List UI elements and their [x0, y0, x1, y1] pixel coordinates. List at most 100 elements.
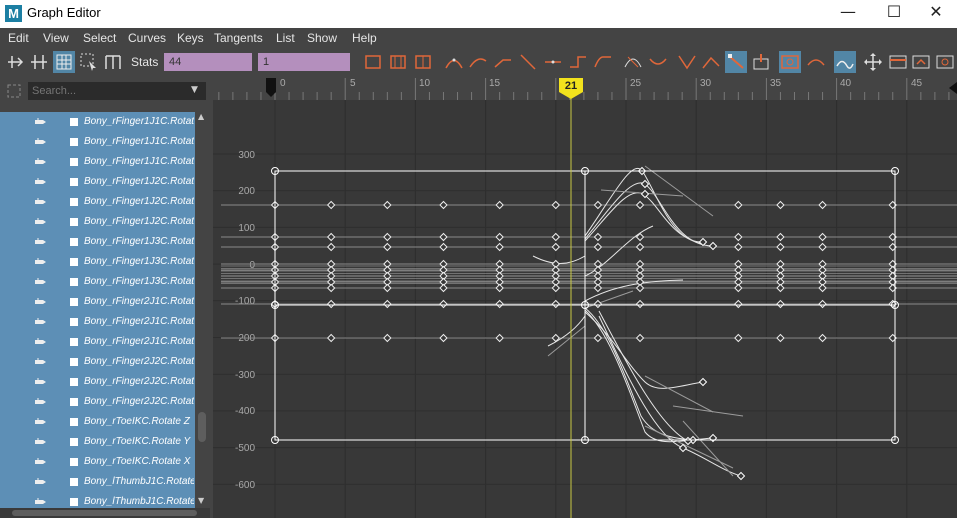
value-label: -500 [235, 443, 255, 454]
visibility-checkbox[interactable] [70, 158, 78, 166]
list-item[interactable]: Bony_rFinger1J2C.Rotate Y [0, 192, 195, 212]
visibility-checkbox[interactable] [70, 378, 78, 386]
pre-infinity-icon[interactable] [834, 51, 856, 73]
visibility-checkbox[interactable] [70, 318, 78, 326]
scroll-thumb[interactable] [198, 412, 206, 442]
visibility-checkbox[interactable] [70, 438, 78, 446]
list-item[interactable]: Bony_rToeIKC.Rotate X [0, 452, 195, 472]
visibility-checkbox[interactable] [70, 398, 78, 406]
list-item[interactable]: Bony_rToeIKC.Rotate Y [0, 432, 195, 452]
visibility-checkbox[interactable] [70, 118, 78, 126]
visibility-checkbox[interactable] [70, 418, 78, 426]
menu-view[interactable]: View [43, 31, 69, 45]
menu-keys[interactable]: Keys [177, 31, 204, 45]
list-item[interactable]: Bony_rFinger2J2C.Rotate X [0, 352, 195, 372]
menu-tangents[interactable]: Tangents [214, 31, 263, 45]
list-item[interactable]: Bony_rToeIKC.Rotate Z [0, 412, 195, 432]
scroll-up-icon[interactable]: ▲ [198, 112, 204, 121]
menu-curves[interactable]: Curves [128, 31, 166, 45]
menu-show[interactable]: Show [307, 31, 337, 45]
curve-snapshot-icon[interactable] [779, 51, 801, 73]
stats-value-field[interactable]: 1 [258, 53, 350, 71]
list-item-label: Bony_rFinger1J2C.Rotate Z [84, 216, 194, 227]
visibility-checkbox[interactable] [70, 278, 78, 286]
search-dropdown-icon[interactable]: ▼ [191, 85, 198, 95]
list-item[interactable]: Bony_rFinger1J2C.Rotate Z [0, 212, 195, 232]
stats-frame-field[interactable]: 44 [164, 53, 252, 71]
split-view-icon[interactable] [412, 51, 434, 73]
buffer-curve-icon[interactable] [622, 51, 644, 73]
step-tangent-icon[interactable] [567, 51, 589, 73]
visibility-checkbox[interactable] [70, 138, 78, 146]
visibility-checkbox[interactable] [70, 358, 78, 366]
visibility-checkbox[interactable] [70, 218, 78, 226]
maximize-button[interactable]: ☐ [871, 2, 917, 24]
visibility-checkbox[interactable] [70, 338, 78, 346]
outliner-horizontal-scrollbar[interactable] [0, 508, 210, 518]
search-input[interactable] [28, 82, 206, 100]
lock-tangent-weight-icon[interactable] [725, 51, 747, 73]
visibility-checkbox[interactable] [70, 458, 78, 466]
menu-list[interactable]: List [276, 31, 295, 45]
normal-view-icon[interactable] [362, 51, 384, 73]
time-range-icon[interactable] [934, 51, 956, 73]
list-item[interactable]: Bony_rFinger2J1C.Rotate X [0, 292, 195, 312]
scroll-down-icon[interactable]: ▼ [198, 496, 204, 505]
infinity-icon[interactable] [805, 51, 827, 73]
visibility-checkbox[interactable] [70, 298, 78, 306]
plateau-tangent-icon[interactable] [592, 51, 614, 73]
menu-edit[interactable]: Edit [8, 31, 29, 45]
list-item-label: Bony_rFinger1J3C.Rotate Y [84, 256, 194, 267]
hscroll-thumb[interactable] [12, 510, 197, 516]
visibility-checkbox[interactable] [70, 498, 78, 506]
graph-view[interactable]: 0 5 10 15 20 25 30 35 40 45 300 200 100 … [213, 76, 957, 518]
list-item[interactable]: Bony_rFinger1J3C.Rotate X [0, 232, 195, 252]
list-item[interactable]: Bony_rFinger1J1C.Rotate Y [0, 132, 195, 152]
break-tangents-icon[interactable] [647, 51, 669, 73]
auto-tangent-icon[interactable] [443, 51, 465, 73]
spline-tangent-icon[interactable] [467, 51, 489, 73]
list-item[interactable]: Bony_rFinger1J1C.Rotate X [0, 112, 195, 132]
visibility-checkbox[interactable] [70, 478, 78, 486]
filter-icon[interactable] [6, 83, 22, 99]
list-item[interactable]: Bony_rFinger1J1C.Rotate Z [0, 152, 195, 172]
menu-help[interactable]: Help [352, 31, 377, 45]
unify-tangents-icon[interactable] [676, 51, 698, 73]
insert-key-icon[interactable] [28, 51, 50, 73]
move-nearest-key-icon[interactable] [4, 51, 26, 73]
list-item[interactable]: Bony_rFinger1J3C.Rotate Z [0, 272, 195, 292]
list-item[interactable]: Bony_rFinger2J2C.Rotate Z [0, 392, 195, 412]
visibility-checkbox[interactable] [70, 198, 78, 206]
timeline-sync-icon[interactable] [887, 51, 909, 73]
auto-load-icon[interactable] [750, 51, 772, 73]
value-label: -600 [235, 480, 255, 491]
flat-tangent-icon[interactable] [542, 51, 564, 73]
visibility-checkbox[interactable] [70, 238, 78, 246]
stacked-view-icon[interactable] [387, 51, 409, 73]
frame-all-icon[interactable] [862, 51, 884, 73]
close-button[interactable]: ✕ [913, 2, 957, 24]
list-item[interactable]: Bony_rFinger2J1C.Rotate Z [0, 332, 195, 352]
menu-select[interactable]: Select [83, 31, 116, 45]
anim-curve-icon [35, 178, 46, 184]
list-item[interactable]: Bony_rFinger2J2C.Rotate Y [0, 372, 195, 392]
free-tangent-weight-icon[interactable] [700, 51, 722, 73]
list-item[interactable]: Bony_rFinger1J2C.Rotate X [0, 172, 195, 192]
clamped-tangent-icon[interactable] [492, 51, 514, 73]
normalize-icon[interactable] [910, 51, 932, 73]
minimize-button[interactable]: — [825, 2, 871, 24]
list-item[interactable]: Bony_lThumbJ1C.Rotate Y [0, 492, 195, 508]
list-item[interactable]: Bony_lThumbJ1C.Rotate Z [0, 472, 195, 492]
linear-tangent-icon[interactable] [517, 51, 539, 73]
retime-tool-icon[interactable] [102, 51, 124, 73]
list-item[interactable]: Bony_rFinger2J1C.Rotate Y [0, 312, 195, 332]
list-item[interactable]: Bony_rFinger1J3C.Rotate Y [0, 252, 195, 272]
anim-curve-icon [35, 438, 46, 444]
visibility-checkbox[interactable] [70, 258, 78, 266]
value-label: 100 [238, 223, 255, 234]
outliner-vertical-scrollbar[interactable]: ▲ ▼ [196, 112, 208, 508]
visibility-checkbox[interactable] [70, 178, 78, 186]
anim-curve-icon [35, 258, 46, 264]
region-select-icon[interactable] [78, 51, 100, 73]
lattice-deform-icon[interactable] [53, 51, 75, 73]
